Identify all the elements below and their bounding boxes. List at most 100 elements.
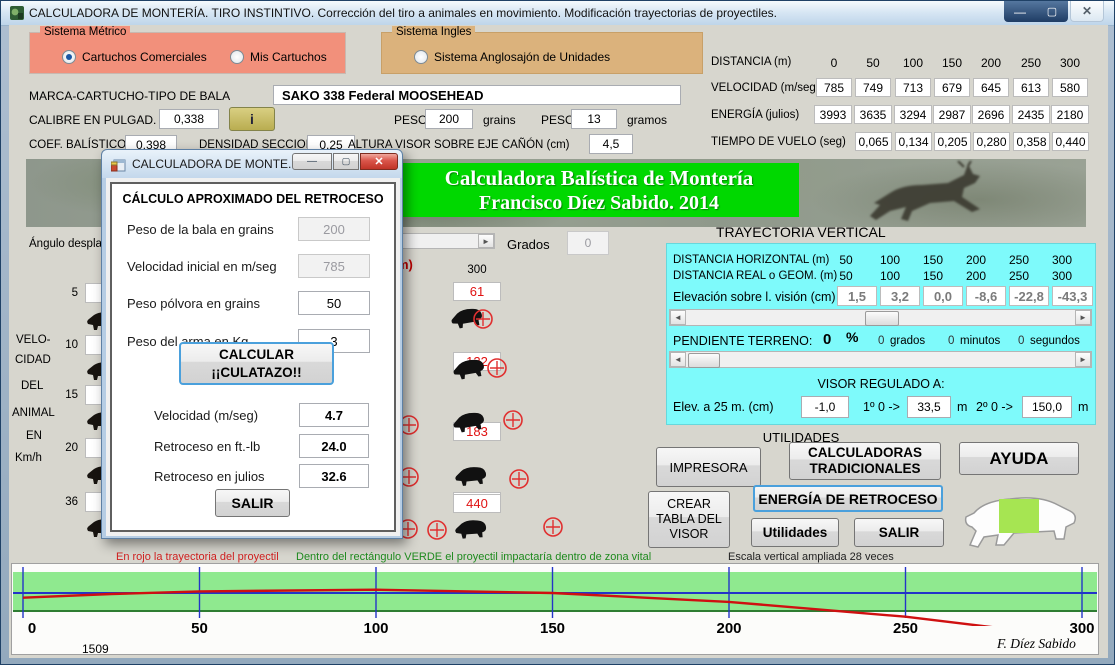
brand-label: MARCA-CARTUCHO-TIPO DE BALA <box>29 89 230 103</box>
first-zero-unit: m <box>957 400 967 414</box>
button-label: TRADICIONALES <box>810 461 921 477</box>
info-button[interactable]: i <box>229 107 275 131</box>
energy-value: 2180 <box>1051 105 1089 124</box>
real-dist-value: 200 <box>958 269 994 283</box>
slope-scrollbar[interactable]: ◄ ► <box>669 351 1092 368</box>
grams-unit-label: gramos <box>627 113 667 127</box>
horiz-dist-value: 50 <box>828 253 864 267</box>
powder-weight-label: Peso pólvora en grains <box>127 296 260 311</box>
aim-point-icon <box>471 307 495 331</box>
scrollbar-right-arrow-icon[interactable]: ► <box>1075 310 1091 325</box>
angle-scrollbar[interactable]: ► <box>397 233 495 249</box>
speed-word: ANIMAL <box>12 407 55 419</box>
grains-unit-label: grains <box>483 113 516 127</box>
dialog-minimize-button[interactable]: — <box>292 153 332 170</box>
x-axis-tick-label: 0 <box>10 620 54 637</box>
recoil-ftlb-label: Retroceso en ft.-lb <box>154 439 260 454</box>
distance-value: 200 <box>973 56 1009 70</box>
bullet-weight-grams-field[interactable]: 13 <box>571 109 617 129</box>
elevation-value: -43,3 <box>1052 286 1093 306</box>
minimize-button[interactable]: — <box>1004 1 1036 22</box>
second-zero-unit: m <box>1078 400 1088 414</box>
x-axis-tick-label: 300 <box>1060 620 1104 637</box>
minutes-unit: minutos <box>960 335 1000 347</box>
second-zero-field[interactable]: 150,0 <box>1022 396 1072 418</box>
velocity-value: 679 <box>934 78 970 97</box>
slope-percent-value: 0 <box>823 331 831 348</box>
caliber-field[interactable]: 0,338 <box>159 109 219 129</box>
button-label: CALCULADORAS <box>808 445 922 461</box>
help-button[interactable]: AYUDA <box>959 442 1079 475</box>
velocity-value: 785 <box>816 78 852 97</box>
maximize-button[interactable]: ▢ <box>1036 1 1068 22</box>
speed-word: CIDAD <box>15 354 51 366</box>
dialog-close-button[interactable]: ✕ <box>360 153 398 170</box>
elev-25m-field[interactable]: -1,0 <box>801 396 849 418</box>
traditional-calculators-button[interactable]: CALCULADORAS TRADICIONALES <box>789 442 941 480</box>
velocity-value: 613 <box>1013 78 1049 97</box>
muzzle-velocity-dlg-label: Velocidad inicial en m/seg <box>127 259 277 274</box>
radio-sistema-anglosajon[interactable]: Sistema Anglosajón de Unidades <box>414 50 610 64</box>
sight-height-field[interactable]: 4,5 <box>589 134 633 154</box>
brand-field[interactable]: SAKO 338 Federal MOOSEHEAD <box>273 85 681 105</box>
scrollbar-left-arrow-icon[interactable]: ◄ <box>670 352 686 367</box>
metric-system-group: Sistema Métrico Cartuchos Comerciales Mi… <box>29 32 346 74</box>
recoil-energy-button[interactable]: ENERGÍA DE RETROCESO <box>753 485 943 512</box>
scrollbar-left-arrow-icon[interactable]: ◄ <box>670 310 686 325</box>
distance-scrollbar[interactable]: ◄ ► <box>669 309 1092 326</box>
degrees-unit: grados <box>890 335 925 347</box>
radio-mis-cartuchos[interactable]: Mis Cartuchos <box>230 50 327 64</box>
dialog-maximize-button[interactable]: ▢ <box>333 153 359 170</box>
dialog-titlebar[interactable]: CALCULADORA DE MONTE... — ▢ ✕ <box>102 150 402 178</box>
speed-value: 15 <box>56 389 78 401</box>
scrollbar-right-arrow-icon[interactable]: ► <box>478 234 494 248</box>
distance-row-label: DISTANCIA (m) <box>711 56 791 68</box>
form-icon <box>111 157 126 172</box>
close-button[interactable]: ✕ <box>1070 1 1104 22</box>
signature: F. Díez Sabido <box>997 636 1076 652</box>
calculate-recoil-button[interactable]: CALCULAR ¡¡CULATAZO!! <box>179 342 334 385</box>
real-dist-value: 150 <box>915 269 951 283</box>
horizontal-distance-label: DISTANCIA HORIZONTAL (m) <box>673 254 829 266</box>
velocity-value: 749 <box>855 78 891 97</box>
dialog-heading: CÁLCULO APROXIMADO DEL RETROCESO <box>110 192 396 206</box>
radio-label: Mis Cartuchos <box>250 50 327 64</box>
window-button-group: — ▢ <box>1004 1 1068 22</box>
first-zero-field[interactable]: 33,5 <box>907 396 951 418</box>
exit-button[interactable]: SALIR <box>854 518 944 547</box>
radio-cartuchos-comerciales[interactable]: Cartuchos Comerciales <box>62 50 207 64</box>
second-zero-label: 2º 0 -> <box>976 400 1013 414</box>
elevation-value: 0,0 <box>923 286 963 306</box>
grados-label: Grados <box>507 237 550 252</box>
window-titlebar: CALCULADORA DE MONTERÍA. TIRO INSTINTIVO… <box>1 1 1114 26</box>
dialog-exit-button[interactable]: SALIR <box>215 489 290 517</box>
velocity-value: 580 <box>1052 78 1088 97</box>
flight-time-value: 0,440 <box>1052 132 1089 151</box>
boar-icon <box>452 516 490 542</box>
elevation-value: -22,8 <box>1009 286 1049 306</box>
create-scope-table-button[interactable]: CREAR TABLA DEL VISOR <box>648 491 730 548</box>
printer-button[interactable]: IMPRESORA <box>656 447 761 487</box>
scrollbar-right-arrow-icon[interactable]: ► <box>1075 352 1091 367</box>
seconds-unit: segundos <box>1030 335 1080 347</box>
aim-point-icon <box>501 408 525 432</box>
energy-row-label: ENERGÍA (julios) <box>711 109 799 121</box>
elevation-value: -8,6 <box>966 286 1006 306</box>
speed-word: EN <box>26 430 42 442</box>
powder-weight-field[interactable]: 50 <box>298 291 370 315</box>
scrollbar-thumb[interactable] <box>865 311 899 326</box>
speed-word: Km/h <box>15 452 42 464</box>
elevation-value: 1,5 <box>837 286 877 306</box>
utilities-button[interactable]: Utilidades <box>751 518 839 547</box>
elevation-value: 3,2 <box>880 286 920 306</box>
bullet-weight-dlg-field: 200 <box>298 217 370 241</box>
slope-minutes-value: 0 <box>948 335 954 347</box>
dialog-title: CALCULADORA DE MONTE... <box>132 157 298 171</box>
bullet-weight-grains-field[interactable]: 200 <box>425 109 473 129</box>
running-deer-icon <box>856 161 1036 223</box>
boar-vital-zone-icon <box>954 487 1086 553</box>
aim-point-icon <box>541 515 565 539</box>
energy-value: 2987 <box>933 105 971 124</box>
energy-value: 3635 <box>854 105 892 124</box>
scrollbar-thumb[interactable] <box>688 353 720 368</box>
